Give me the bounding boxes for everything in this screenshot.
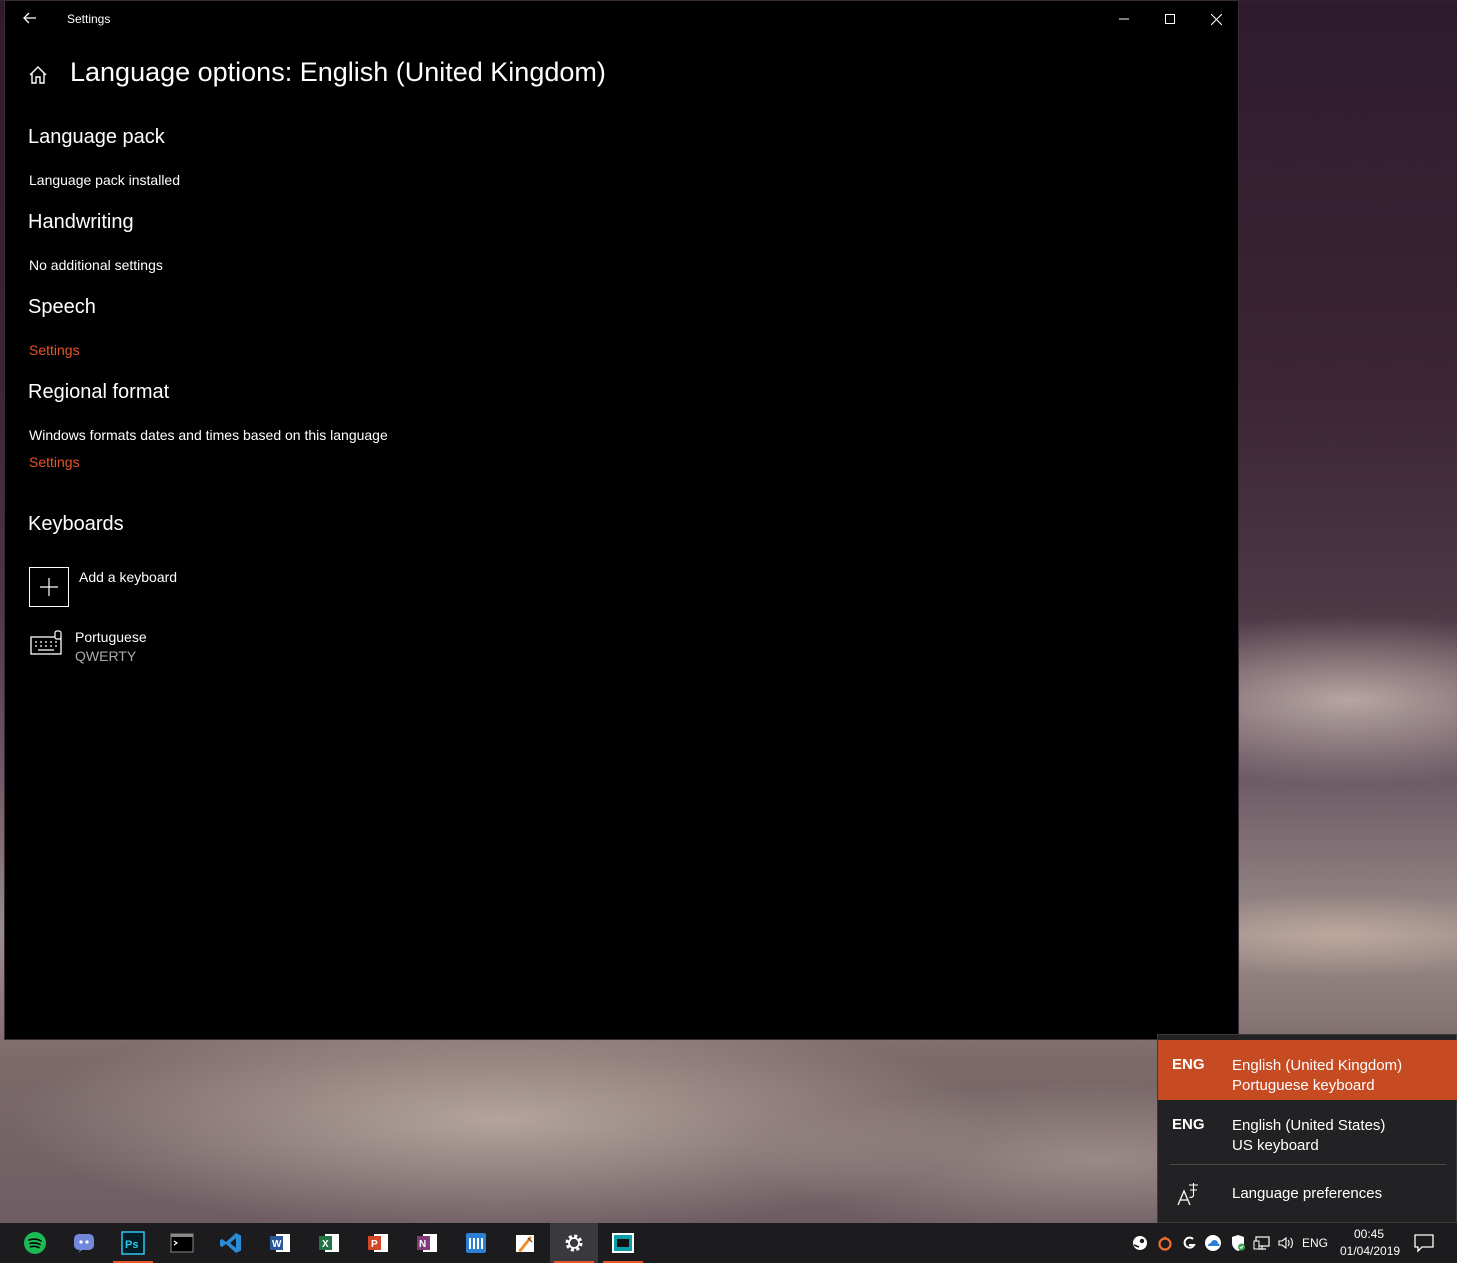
taskbar: Ps W X P N ENG 00:45 01/04/2019 xyxy=(0,1223,1457,1263)
language-flyout: ENG English (United Kingdom) Portuguese … xyxy=(1157,1034,1457,1223)
calculator-icon[interactable] xyxy=(452,1223,500,1263)
svg-text:P: P xyxy=(371,1239,378,1250)
back-button[interactable] xyxy=(19,7,41,29)
clock-time[interactable]: 00:45 xyxy=(1354,1227,1384,1241)
flyout-item-keyboard: US keyboard xyxy=(1232,1137,1319,1154)
svg-text:W: W xyxy=(272,1239,282,1250)
language-pack-heading: Language pack xyxy=(28,126,165,148)
onedrive-icon[interactable] xyxy=(1201,1223,1225,1263)
terminal-icon[interactable] xyxy=(158,1223,206,1263)
window-title: Settings xyxy=(67,12,111,26)
page-title: Language options: English (United Kingdo… xyxy=(70,57,606,87)
logitech-icon[interactable] xyxy=(1177,1223,1201,1263)
add-keyboard-button[interactable] xyxy=(29,567,69,607)
maximize-button[interactable] xyxy=(1147,1,1193,37)
flyout-item-english-uk[interactable]: ENG English (United Kingdom) Portuguese … xyxy=(1158,1040,1457,1100)
settings-icon[interactable] xyxy=(550,1223,598,1263)
close-icon xyxy=(1210,13,1222,25)
keyboard-icon xyxy=(30,630,62,655)
flyout-item-language: English (United Kingdom) xyxy=(1232,1057,1403,1074)
svg-text:X: X xyxy=(322,1239,329,1250)
powerpoint-icon[interactable]: P xyxy=(354,1223,402,1263)
paint-icon[interactable] xyxy=(501,1223,549,1263)
spotify-icon[interactable] xyxy=(11,1223,59,1263)
regional-format-description: Windows formats dates and times based on… xyxy=(29,427,388,443)
flyout-item-code: ENG xyxy=(1172,1056,1205,1073)
maximize-icon xyxy=(1165,14,1175,24)
regional-format-heading: Regional format xyxy=(28,381,170,403)
svg-text:N: N xyxy=(419,1239,426,1250)
language-pack-status: Language pack installed xyxy=(29,172,181,188)
onenote-icon[interactable]: N xyxy=(403,1223,451,1263)
network-icon[interactable] xyxy=(1250,1223,1274,1263)
input-indicator[interactable]: ENG xyxy=(1302,1236,1328,1250)
close-button[interactable] xyxy=(1193,1,1239,37)
action-center-icon[interactable] xyxy=(1412,1231,1436,1255)
flyout-item-text: English (United States) US keyboard xyxy=(1232,1116,1385,1156)
steam-icon[interactable] xyxy=(1128,1223,1152,1263)
plus-icon xyxy=(40,578,58,596)
flyout-item-code: ENG xyxy=(1172,1116,1205,1133)
minimize-icon xyxy=(1119,18,1129,20)
speech-settings-link[interactable]: Settings xyxy=(29,342,80,358)
vscode-icon[interactable] xyxy=(207,1223,255,1263)
volume-icon[interactable] xyxy=(1274,1223,1298,1263)
clock-date[interactable]: 01/04/2019 xyxy=(1340,1244,1400,1258)
flyout-item-language: English (United States) xyxy=(1232,1117,1386,1134)
word-icon[interactable]: W xyxy=(256,1223,304,1263)
home-icon[interactable] xyxy=(27,64,49,86)
add-keyboard-label[interactable]: Add a keyboard xyxy=(79,569,177,585)
language-preferences-icon xyxy=(1177,1183,1198,1206)
flyout-divider xyxy=(1170,1164,1446,1165)
language-preferences-link[interactable]: Language preferences xyxy=(1232,1185,1382,1202)
minimize-button[interactable] xyxy=(1101,1,1147,37)
photoshop-icon[interactable]: Ps xyxy=(109,1223,157,1263)
media-app-icon[interactable] xyxy=(599,1223,647,1263)
speech-heading: Speech xyxy=(28,296,96,318)
flyout-item-english-us[interactable]: ENG English (United States) US keyboard xyxy=(1158,1100,1457,1160)
svg-text:Ps: Ps xyxy=(125,1239,138,1251)
keyboard-item-name[interactable]: Portuguese xyxy=(75,629,147,645)
handwriting-heading: Handwriting xyxy=(28,211,134,233)
handwriting-status: No additional settings xyxy=(29,257,163,273)
keyboard-item-layout: QWERTY xyxy=(75,648,137,664)
regional-format-settings-link[interactable]: Settings xyxy=(29,454,80,470)
keyboards-heading: Keyboards xyxy=(28,513,124,535)
back-arrow-icon xyxy=(23,12,36,24)
discord-icon[interactable] xyxy=(60,1223,108,1263)
flyout-item-text: English (United Kingdom) Portuguese keyb… xyxy=(1232,1056,1402,1096)
excel-icon[interactable]: X xyxy=(305,1223,353,1263)
shield-icon[interactable] xyxy=(1226,1223,1250,1263)
settings-window: Settings Language options: English (Unit… xyxy=(4,0,1239,1040)
title-bar: Settings xyxy=(5,1,1238,37)
origin-icon[interactable] xyxy=(1153,1223,1177,1263)
flyout-item-keyboard: Portuguese keyboard xyxy=(1232,1077,1375,1094)
